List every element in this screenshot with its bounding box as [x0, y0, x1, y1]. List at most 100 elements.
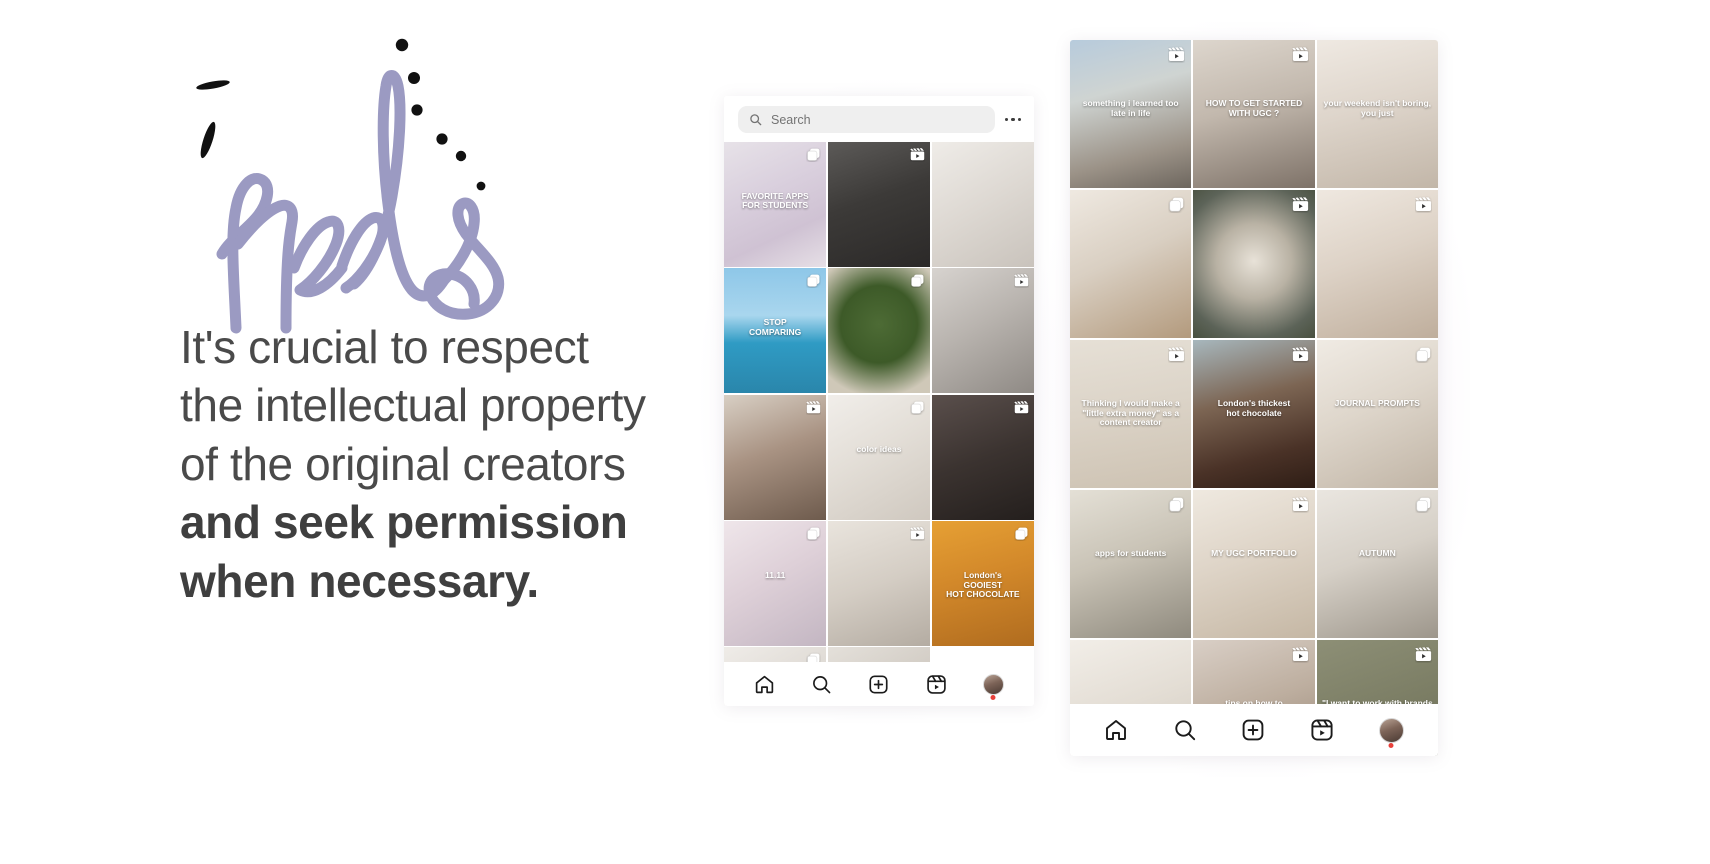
post-tile[interactable]: AUTUMN	[1316, 490, 1438, 639]
nav-home[interactable]	[1104, 718, 1128, 742]
post-tile[interactable]	[931, 268, 1034, 394]
reels-icon	[1291, 497, 1308, 512]
reels-icon	[1311, 719, 1333, 741]
reels-icon	[806, 400, 821, 413]
post-tile[interactable]: JOURNAL PROMPTS	[1316, 340, 1438, 489]
nav-search[interactable]	[1173, 718, 1197, 742]
accent-dots	[395, 38, 486, 191]
search-icon	[813, 675, 831, 693]
post-tile[interactable]: HOW TO GET STARTED WITH UGC ?	[1193, 40, 1315, 189]
reels-icon	[910, 527, 925, 540]
post-caption: FAVORITE APPS FOR STUDENTS	[741, 190, 809, 211]
post-tile[interactable]	[931, 394, 1034, 520]
post-caption: AUTUMN	[1358, 548, 1396, 559]
reels-icon	[1168, 347, 1185, 362]
post-tile[interactable]	[1193, 190, 1315, 339]
reels-icon	[1291, 47, 1308, 62]
post-caption: apps for students	[1095, 548, 1167, 559]
home-icon	[1106, 720, 1127, 740]
carousel-icon	[1014, 526, 1029, 541]
reels-icon	[1415, 196, 1432, 213]
post-tile[interactable]: STOP COMPARING	[724, 268, 827, 394]
reels-icon	[1291, 196, 1309, 213]
reels-icon	[1291, 46, 1309, 63]
nav-reels[interactable]	[926, 674, 947, 695]
reels-icon	[910, 148, 925, 161]
carousel-icon	[1169, 197, 1184, 212]
post-tile[interactable]	[931, 142, 1034, 267]
page-headline: It's crucial to respect the intellectual…	[180, 318, 660, 610]
home-icon	[755, 675, 774, 693]
carousel-icon	[911, 401, 924, 414]
reels-icon	[910, 147, 925, 162]
post-tile[interactable]: your weekend isn't boring, you just	[1316, 40, 1438, 189]
nav-profile-avatar[interactable]	[1378, 717, 1404, 748]
reels-icon	[1415, 646, 1432, 663]
carousel-icon	[807, 148, 820, 161]
nav-reels[interactable]	[1310, 718, 1334, 742]
post-grid-a: FAVORITE APPS FOR STUDENTS STOP COMPARIN…	[724, 142, 1034, 706]
reels-icon	[1291, 496, 1309, 513]
slide-canvas: It's crucial to respect the intellectual…	[0, 0, 1710, 864]
reels-icon	[1014, 273, 1029, 288]
post-tile[interactable]: Thinking I would make a "little extra mo…	[1070, 340, 1192, 489]
post-thumbnail	[931, 142, 1034, 267]
search-icon	[750, 114, 762, 126]
headline-plain-text: It's crucial to respect the intellectual…	[180, 321, 646, 490]
post-caption: HOW TO GET STARTED WITH UGC ?	[1205, 98, 1303, 118]
nav-profile-avatar[interactable]	[982, 673, 1004, 700]
carousel-icon	[807, 527, 820, 540]
post-tile[interactable]	[827, 142, 931, 267]
headline-bold-text: and seek permission when necessary.	[180, 496, 628, 607]
post-caption: STOP COMPARING	[749, 317, 802, 337]
post-tile[interactable]	[827, 268, 931, 394]
create-icon	[869, 674, 889, 694]
post-tile[interactable]	[1070, 190, 1192, 339]
reels-icon	[1014, 400, 1029, 415]
search-input[interactable]: Search	[738, 106, 995, 133]
post-caption: London's GOOIEST HOT CHOCOLATE	[946, 570, 1020, 600]
carousel-icon	[1168, 496, 1185, 513]
post-tile[interactable]	[827, 521, 931, 646]
create-icon	[1243, 719, 1264, 741]
reels-icon	[1415, 647, 1432, 662]
post-grid-b: something i learned too late in life HOW…	[1070, 40, 1438, 756]
post-tile[interactable]	[1316, 190, 1438, 339]
post-tile[interactable]: something i learned too late in life	[1070, 40, 1192, 189]
carousel-icon	[1416, 347, 1431, 362]
post-tile[interactable]: color ideas	[827, 394, 931, 520]
carousel-icon	[1415, 346, 1432, 363]
accent-ticks	[196, 80, 230, 159]
reels-script-lettering	[176, 28, 536, 334]
carousel-icon	[1168, 196, 1185, 213]
more-dots-icon[interactable]	[1004, 117, 1024, 122]
carousel-icon	[911, 274, 924, 288]
reels-icon	[1291, 346, 1309, 363]
nav-home[interactable]	[754, 674, 775, 695]
post-tile[interactable]: London's GOOIEST HOT CHOCOLATE	[931, 521, 1034, 646]
post-caption: color ideas	[856, 443, 902, 454]
avatar	[1378, 717, 1404, 743]
reels-icon	[1168, 46, 1185, 63]
instagram-profile-mockup-a: Search FAVORITE APPS FOR STUDENTS STOP C…	[724, 96, 1034, 706]
post-caption: London's thickest hot chocolate	[1217, 398, 1291, 418]
reels-icon	[926, 674, 946, 694]
post-tile[interactable]: London's thickest hot chocolate	[1193, 340, 1315, 489]
post-tile[interactable]	[724, 394, 827, 520]
left-text-panel: It's crucial to respect the intellectual…	[0, 0, 700, 864]
nav-search[interactable]	[811, 674, 832, 695]
carousel-icon	[1169, 497, 1184, 512]
bottom-nav-b	[1070, 704, 1438, 756]
post-caption: 11.11	[764, 570, 786, 581]
post-tile[interactable]: MY UGC PORTFOLIO	[1193, 490, 1315, 639]
reels-icon	[1291, 647, 1308, 662]
post-tile[interactable]: apps for students	[1070, 490, 1192, 639]
reels-icon	[1168, 47, 1185, 62]
carousel-icon	[910, 273, 925, 288]
post-tile[interactable]: FAVORITE APPS FOR STUDENTS	[724, 142, 827, 267]
nav-create[interactable]	[1241, 718, 1265, 742]
notification-dot	[1388, 742, 1394, 748]
reels-icon	[1291, 197, 1308, 212]
post-tile[interactable]: 11.11	[724, 521, 827, 646]
nav-create[interactable]	[868, 674, 889, 695]
